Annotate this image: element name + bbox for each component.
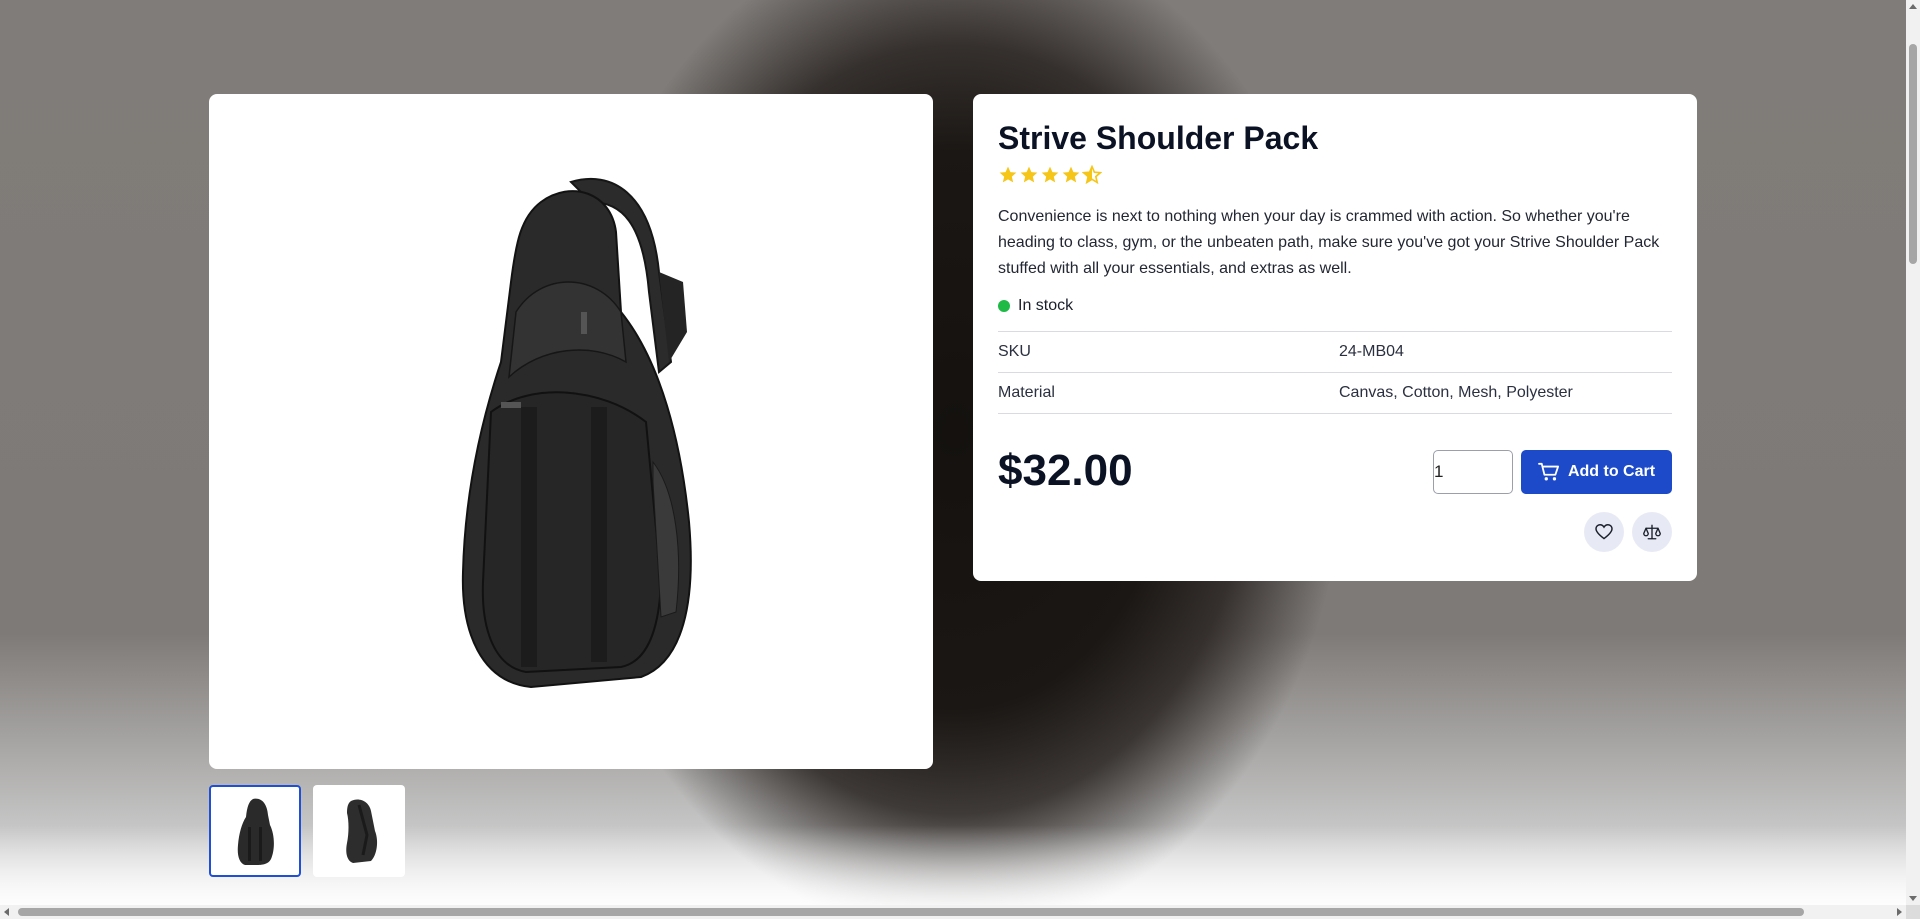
thumbnail-image [346, 799, 378, 863]
spec-row-material: Material Canvas, Cotton, Mesh, Polyester [998, 373, 1672, 414]
spec-row-sku: SKU 24-MB04 [998, 332, 1672, 373]
horizontal-scroll-thumb[interactable] [18, 908, 1804, 916]
scroll-left-icon[interactable] [4, 908, 9, 916]
product-specs-table: SKU 24-MB04 Material Canvas, Cotton, Mes… [998, 331, 1672, 414]
spec-label: Material [998, 384, 1055, 401]
quantity-input[interactable] [1433, 450, 1513, 494]
spec-value: Canvas, Cotton, Mesh, Polyester [1339, 384, 1573, 401]
star-icon [1041, 166, 1059, 183]
scroll-up-icon[interactable] [1909, 4, 1917, 9]
vertical-scroll-thumb[interactable] [1909, 44, 1917, 264]
in-stock-dot-icon [998, 300, 1010, 312]
stock-status-label: In stock [1018, 297, 1074, 314]
spec-label: SKU [998, 343, 1031, 360]
add-to-compare-button[interactable] [1632, 512, 1672, 552]
product-title: Strive Shoulder Pack [998, 120, 1319, 156]
star-icon [999, 166, 1017, 183]
cart-icon [1538, 462, 1559, 481]
thumbnail-image [237, 798, 274, 865]
thumbnail-front[interactable] [209, 785, 301, 877]
scale-icon [1643, 524, 1661, 540]
product-description: Convenience is next to nothing when your… [998, 208, 1660, 277]
heart-icon [1595, 524, 1613, 540]
thumbnail-side[interactable] [313, 785, 405, 877]
star-half-icon [1082, 165, 1102, 185]
horizontal-scrollbar[interactable] [0, 905, 1906, 919]
thumbnail-strip [209, 785, 405, 877]
stock-status: In stock [998, 297, 1672, 315]
add-to-wishlist-button[interactable] [1584, 512, 1624, 552]
vertical-scrollbar[interactable] [1906, 0, 1920, 905]
star-icon [1062, 166, 1080, 183]
scrollbar-corner [1906, 905, 1920, 919]
rating-stars [998, 164, 1672, 186]
star-icon [1020, 166, 1038, 183]
add-to-cart-label: Add to Cart [1567, 463, 1656, 480]
scroll-down-icon[interactable] [1909, 896, 1917, 901]
product-info-card: Strive Shoulder Pack Convenience is next… [973, 94, 1697, 581]
add-to-cart-button[interactable]: Add to Cart [1521, 450, 1672, 494]
backpack-image [461, 177, 692, 688]
scroll-right-icon[interactable] [1897, 908, 1902, 916]
product-price: $32.00 [998, 446, 1133, 495]
spec-value: 24-MB04 [1339, 343, 1404, 360]
product-main-image[interactable] [209, 94, 933, 769]
